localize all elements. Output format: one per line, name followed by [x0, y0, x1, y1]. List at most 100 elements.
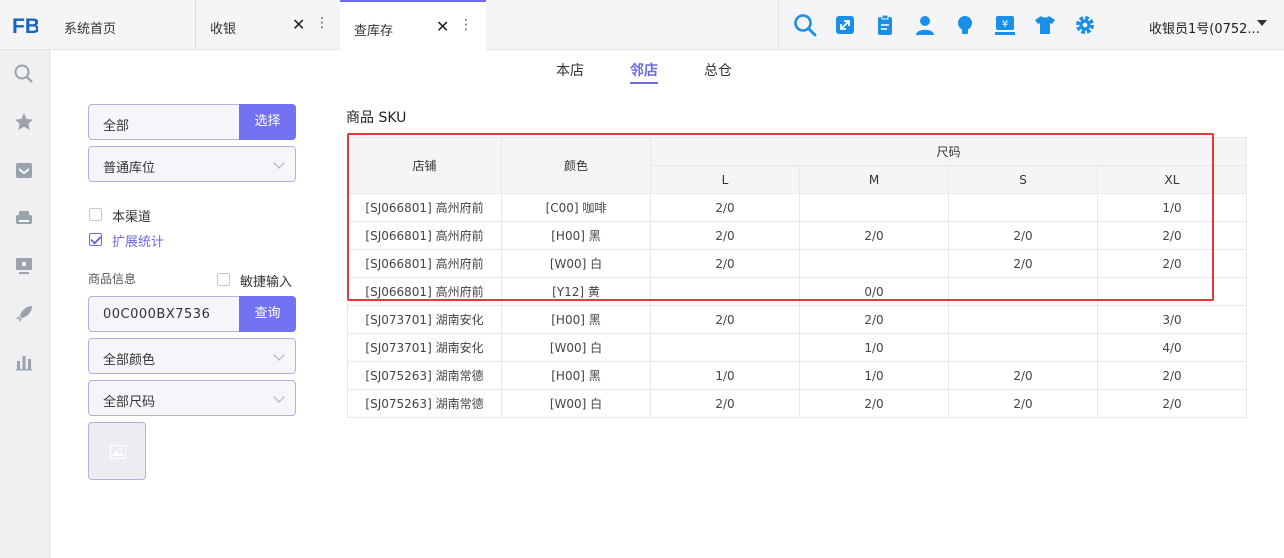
subtab-active-indicator — [630, 82, 658, 84]
channel-checkbox[interactable] — [89, 208, 102, 221]
product-image-placeholder[interactable] — [88, 422, 146, 480]
cell-color: [H00] 黑 — [501, 221, 651, 250]
table-row[interactable]: [SJ075263] 湖南常德 [W00] 白 2/0 2/0 2/0 2/0 — [347, 389, 1248, 418]
header-color: 颜色 — [501, 137, 651, 194]
cell-store: [SJ066801] 高州府前 — [347, 221, 502, 250]
subtab-neighbor-store[interactable]: 邻店 — [630, 60, 658, 80]
header-size-l: L — [650, 165, 800, 194]
header-size-m: M — [799, 165, 949, 194]
cell-size-xl: 4/0 — [1096, 333, 1248, 362]
cell-store: [SJ066801] 高州府前 — [347, 249, 502, 278]
query-button[interactable]: 查询 — [239, 296, 296, 332]
cell-color: [H00] 黑 — [501, 361, 651, 390]
sidebar-printer-icon[interactable] — [13, 207, 35, 229]
sidebar-rocket-icon[interactable] — [13, 303, 35, 325]
cell-store: [SJ073701] 湖南安化 — [347, 305, 502, 334]
tab-home[interactable]: 系统首页 — [50, 0, 196, 50]
expand-icon[interactable] — [833, 13, 857, 37]
cell-size-s: 2/0 — [948, 361, 1098, 390]
chevron-down-icon — [273, 391, 285, 403]
cell-size-m: 2/0 — [799, 305, 949, 334]
table-row[interactable]: [SJ066801] 高州府前 [Y12] 黄 0/0 — [347, 277, 1248, 306]
tab-stock-query-more-icon[interactable]: ⋮ — [459, 17, 473, 33]
svg-text:FB: FB — [12, 15, 38, 38]
table-row[interactable]: [SJ073701] 湖南安化 [H00] 黑 2/0 2/0 3/0 — [347, 305, 1248, 334]
cell-size-l — [650, 333, 800, 362]
tab-cashier-label: 收银 — [210, 22, 237, 37]
sidebar-star-icon[interactable] — [13, 111, 35, 133]
bulb-icon[interactable] — [953, 13, 977, 37]
user-name[interactable]: 收银员1号(0752... — [1149, 18, 1260, 37]
quick-input-label: 敏捷输入 — [240, 275, 293, 290]
cell-color: [H00] 黑 — [501, 305, 651, 334]
cell-size-xl: 2/0 — [1096, 221, 1248, 250]
cell-size-xl: 2/0 — [1096, 389, 1248, 418]
location-select[interactable]: 普通库位 — [88, 146, 296, 182]
color-select[interactable]: 全部颜色 — [88, 338, 296, 374]
cell-color: [W00] 白 — [501, 249, 651, 278]
quick-input-checkbox[interactable] — [217, 273, 230, 286]
sidebar — [0, 50, 50, 558]
register-icon[interactable]: ¥ — [993, 13, 1017, 37]
sku-title: 商品 SKU — [346, 110, 407, 126]
top-bar: FB 系统首页 收银 ✕ ⋮ 查库存 ✕ ⋮ ¥ 收银员1号(0752... — [0, 0, 1284, 51]
cell-store: [SJ073701] 湖南安化 — [347, 333, 502, 362]
gear-icon[interactable] — [1073, 13, 1097, 37]
select-button[interactable]: 选择 — [239, 104, 296, 140]
cell-size-l: 1/0 — [650, 361, 800, 390]
cell-store: [SJ075263] 湖南常德 — [347, 389, 502, 418]
tab-home-label: 系统首页 — [64, 22, 117, 37]
header-size-xl: XL — [1096, 165, 1248, 194]
user-menu-caret-icon[interactable] — [1257, 20, 1267, 26]
header-size-s: S — [948, 165, 1098, 194]
sidebar-inbox-icon[interactable] — [13, 159, 35, 181]
tab-cashier-close-icon[interactable]: ✕ — [292, 15, 305, 34]
cell-size-xl: 3/0 — [1096, 305, 1248, 334]
subtab-warehouse[interactable]: 总仓 — [704, 60, 732, 80]
table-row[interactable]: [SJ075263] 湖南常德 [H00] 黑 1/0 1/0 2/0 2/0 — [347, 361, 1248, 390]
product-code-value: 00C000BX7536 — [103, 307, 211, 322]
tab-stock-query[interactable]: 查库存 ✕ ⋮ — [340, 0, 486, 51]
cell-store: [SJ066801] 高州府前 — [347, 277, 502, 306]
cell-size-l — [650, 277, 800, 306]
table-row[interactable]: [SJ066801] 高州府前 [H00] 黑 2/0 2/0 2/0 2/0 — [347, 221, 1248, 250]
shirt-icon[interactable] — [1033, 13, 1057, 37]
cell-size-s — [948, 305, 1098, 334]
cell-size-s: 2/0 — [948, 249, 1098, 278]
cell-size-m — [799, 249, 949, 278]
chevron-down-icon — [273, 349, 285, 361]
app-logo-icon[interactable]: FB — [10, 12, 38, 38]
tab-stock-query-close-icon[interactable]: ✕ — [436, 17, 449, 36]
cell-size-l: 2/0 — [650, 221, 800, 250]
sidebar-search-icon[interactable] — [13, 63, 35, 85]
color-value: 全部颜色 — [103, 353, 156, 368]
cell-size-xl: 1/0 — [1096, 193, 1248, 222]
sidebar-bar-chart-icon[interactable] — [13, 351, 35, 373]
tab-cashier-more-icon[interactable]: ⋮ — [315, 15, 329, 31]
cell-color: [W00] 白 — [501, 389, 651, 418]
image-icon — [110, 445, 126, 459]
sku-table: 店铺 颜色 尺码 L M S XL [SJ066801] 高州府前 [C00] 咖… — [347, 137, 1248, 418]
cell-color: [C00] 咖啡 — [501, 193, 651, 222]
cell-size-s — [948, 277, 1098, 306]
header-store: 店铺 — [347, 137, 502, 194]
sidebar-monitor-icon[interactable] — [13, 255, 35, 277]
extend-stats-checkbox[interactable] — [89, 233, 102, 246]
clipboard-icon[interactable] — [873, 13, 897, 37]
subtab-this-store[interactable]: 本店 — [556, 60, 584, 80]
person-icon[interactable] — [913, 13, 937, 37]
size-value: 全部尺码 — [103, 395, 156, 410]
cell-size-m: 1/0 — [799, 361, 949, 390]
cell-size-xl — [1096, 277, 1248, 306]
size-select[interactable]: 全部尺码 — [88, 380, 296, 416]
cell-size-m: 2/0 — [799, 221, 949, 250]
cell-size-m: 0/0 — [799, 277, 949, 306]
cell-size-l: 2/0 — [650, 193, 800, 222]
tab-cashier[interactable]: 收银 ✕ ⋮ — [196, 0, 340, 50]
table-row[interactable]: [SJ066801] 高州府前 [W00] 白 2/0 2/0 2/0 — [347, 249, 1248, 278]
search-icon[interactable] — [793, 13, 817, 37]
cell-size-s: 2/0 — [948, 389, 1098, 418]
table-row[interactable]: [SJ066801] 高州府前 [C00] 咖啡 2/0 1/0 — [347, 193, 1248, 222]
cell-store: [SJ066801] 高州府前 — [347, 193, 502, 222]
table-row[interactable]: [SJ073701] 湖南安化 [W00] 白 1/0 4/0 — [347, 333, 1248, 362]
